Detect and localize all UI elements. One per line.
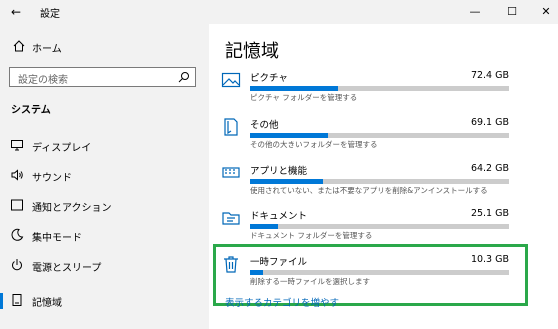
category-name: アプリと機能: [250, 166, 308, 177]
category-description: その他の大きいフォルダーを管理する: [250, 140, 378, 149]
usage-bar: [250, 179, 509, 184]
close-button[interactable]: ✕: [537, 3, 555, 21]
home-icon: [13, 40, 25, 52]
home-nav-item[interactable]: ホーム: [8, 38, 198, 58]
power-icon: [12, 259, 22, 271]
show-more-categories-link[interactable]: 表示するカテゴリを増やす: [225, 295, 339, 309]
sidebar-item-sound[interactable]: サウンド: [0, 161, 209, 191]
window-title: 設定: [40, 9, 60, 20]
sidebar-item-focus[interactable]: 集中モード: [0, 221, 209, 251]
category-name: ピクチャ: [250, 73, 288, 84]
category-size: 69.1 GB: [470, 117, 509, 128]
monitor-icon: [11, 140, 23, 151]
picture-icon: [221, 72, 241, 88]
category-size: 64.2 GB: [470, 163, 509, 174]
sidebar-item-label: 記憶域: [32, 298, 62, 309]
usage-bar: [250, 224, 509, 229]
category-pictures[interactable]: ピクチャ 72.4 GB ピクチャ フォルダーを管理する: [221, 68, 517, 112]
folder-icon: [224, 118, 238, 136]
speaker-icon: [11, 169, 23, 181]
sidebar: ホーム 設定の検索 システム ディスプレイ サウンド 通知とアクション 集中モー…: [0, 24, 209, 329]
category-name: その他: [250, 120, 279, 131]
category-size: 72.4 GB: [470, 70, 509, 81]
sidebar-item-notifications[interactable]: 通知とアクション: [0, 191, 209, 221]
section-heading: システム: [11, 105, 51, 116]
sidebar-item-label: ディスプレイ: [32, 143, 92, 154]
usage-bar: [250, 86, 509, 91]
minimize-button[interactable]: —: [466, 3, 484, 21]
home-label: ホーム: [32, 44, 62, 55]
apps-icon: [222, 167, 240, 178]
usage-fill: [250, 224, 279, 229]
maximize-button[interactable]: ☐: [503, 3, 521, 21]
usage-bar: [250, 133, 509, 138]
sidebar-item-display[interactable]: ディスプレイ: [0, 131, 209, 161]
usage-fill: [250, 179, 323, 184]
sidebar-item-power[interactable]: 電源とスリープ: [0, 251, 209, 281]
search-placeholder: 設定の検索: [18, 75, 68, 86]
page-title: 記憶域: [225, 41, 279, 62]
active-indicator: [0, 293, 3, 309]
category-name: ドキュメント: [250, 211, 308, 222]
category-description: 使用されていない、または不要なアプリを削除&アンインストールする: [250, 186, 488, 195]
sidebar-item-label: 通知とアクション: [32, 203, 112, 214]
sidebar-item-storage[interactable]: 記憶域: [0, 286, 209, 316]
back-arrow-icon[interactable]: ←: [8, 4, 24, 20]
usage-fill: [250, 133, 328, 138]
category-other[interactable]: その他 69.1 GB その他の大きいフォルダーを管理する: [221, 115, 517, 159]
settings-window: ← 設定 — ☐ ✕ ホーム 設定の検索 システム ディスプレイ サウンド 通知…: [0, 0, 558, 329]
sidebar-item-label: 集中モード: [32, 233, 82, 244]
sidebar-item-label: 電源とスリープ: [32, 263, 102, 274]
category-size: 25.1 GB: [470, 208, 509, 219]
category-apps[interactable]: アプリと機能 64.2 GB 使用されていない、または不要なアプリを削除&アンイ…: [221, 161, 517, 205]
sidebar-item-label: サウンド: [32, 173, 72, 184]
moon-icon: [11, 228, 24, 241]
storage-icon: [12, 294, 22, 306]
category-description: ドキュメント フォルダーを管理する: [250, 231, 373, 240]
title-bar: ← 設定 — ☐ ✕: [0, 0, 558, 24]
usage-fill: [250, 86, 339, 91]
search-icon[interactable]: [177, 70, 191, 84]
category-description: ピクチャ フォルダーを管理する: [250, 93, 358, 102]
document-folder-icon: [222, 212, 240, 225]
search-box[interactable]: 設定の検索: [9, 67, 196, 87]
main-panel: 記憶域 ピクチャ 72.4 GB ピクチャ フォルダーを管理する その他 69.…: [209, 24, 558, 329]
notification-icon: [11, 199, 23, 211]
